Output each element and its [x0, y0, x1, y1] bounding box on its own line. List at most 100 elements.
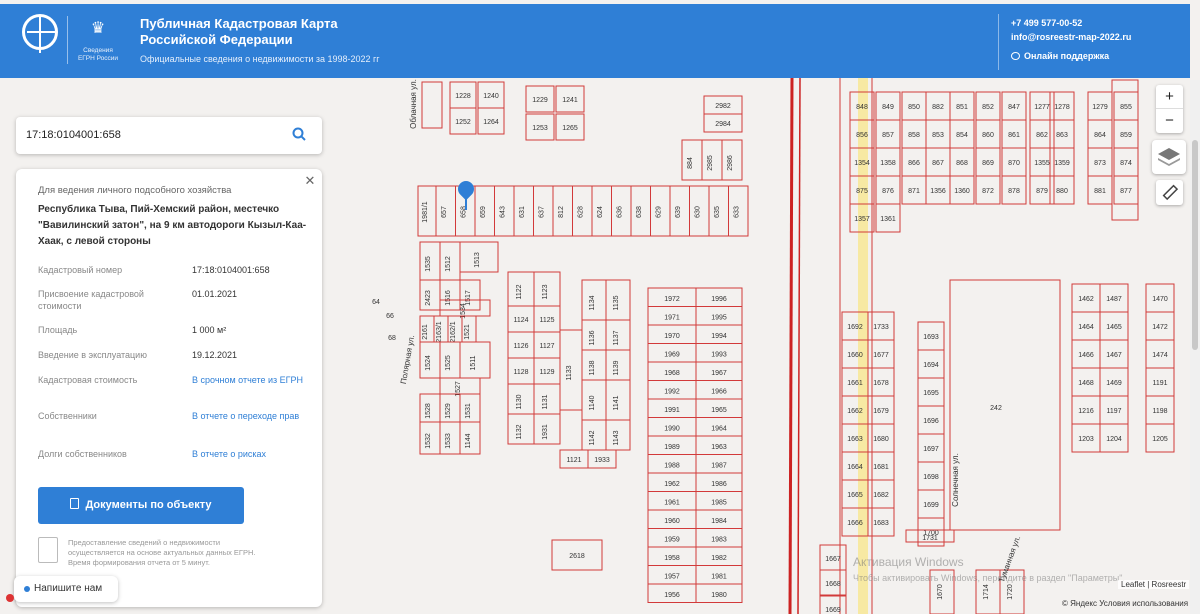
parcel-number: 1228 — [455, 93, 471, 100]
parcel-number: 1357 — [854, 216, 870, 223]
parcel-number: 870 — [1008, 160, 1020, 167]
page-scrollbar[interactable] — [1190, 80, 1200, 614]
parcel-number: 864 — [1094, 132, 1106, 139]
documents-button[interactable]: Документы по объекту — [38, 487, 244, 524]
parcel-number: 631 — [519, 206, 526, 218]
parcel-number: 1714 — [983, 584, 990, 600]
object-address: Республика Тыва, Пий-Хемский район, мест… — [38, 204, 307, 247]
notification-dot-icon — [6, 594, 14, 602]
parcel-number: 1535 — [425, 256, 432, 272]
transfer-report-link[interactable]: В отчете о переходе прав — [192, 410, 312, 422]
ruler-button[interactable] — [1156, 180, 1183, 205]
parcel-number: 638 — [636, 206, 643, 218]
parcel-number: 1511 — [470, 355, 477, 370]
parcel-number: 1980 — [711, 592, 727, 599]
parcel-number: 863 — [1056, 132, 1068, 139]
site-title[interactable]: Публичная Кадастровая Карта Российской Ф… — [140, 16, 380, 48]
parcel-number: 1957 — [664, 574, 680, 581]
parcel-number: 2423 — [425, 290, 432, 306]
parcel-number: 1198 — [1152, 408, 1167, 415]
parcel-number: 880 — [1056, 188, 1068, 195]
parcel-number: 1136 — [589, 330, 596, 345]
email-link[interactable]: info@rosreestr-map-2022.ru — [1011, 32, 1131, 42]
online-support-link[interactable]: Онлайн поддержка — [1011, 51, 1109, 61]
risks-report-link[interactable]: В отчете о рисках — [192, 448, 312, 460]
parcel-number: 624 — [597, 206, 604, 218]
parcel-number: 1662 — [847, 408, 863, 415]
parcel-number: 1265 — [562, 125, 578, 132]
parcel-number: 1143 — [613, 430, 620, 445]
egrn-badge-icon — [38, 537, 58, 563]
site-header: ♛ Сведения ЕГРН России Публичная Кадастр… — [0, 4, 1190, 78]
parcel-number: 1126 — [513, 343, 528, 350]
parcel-number: 1962 — [664, 481, 680, 488]
map-attribution[interactable]: Leaflet | Rosreestr — [1118, 580, 1190, 589]
parcel-number: 1993 — [711, 352, 727, 359]
parcel-number: 1253 — [532, 125, 548, 132]
parcel[interactable] — [949, 279, 1061, 531]
parcel-number: 862 — [1036, 132, 1048, 139]
parcel-number: 1464 — [1078, 324, 1094, 331]
parcel-number: 1528 — [425, 403, 432, 419]
parcel-number: 847 — [1008, 104, 1020, 111]
chat-button[interactable]: Напишите нам — [14, 576, 118, 602]
parcel-number: 1989 — [664, 444, 680, 451]
parcel-number: 1670 — [937, 584, 944, 600]
parcel-number: 1720 — [1007, 584, 1014, 600]
parcel-number: 1521 — [464, 324, 471, 340]
parcel-number: 1663 — [847, 436, 863, 443]
parcel-number: 858 — [908, 132, 920, 139]
layers-button[interactable] — [1152, 140, 1186, 174]
parcel-number: 1981/1 — [422, 201, 429, 223]
globe-logo-icon[interactable] — [22, 14, 58, 50]
parcel-number: 1967 — [711, 370, 727, 377]
parcel-number: 859 — [1120, 132, 1132, 139]
parcel-number: 1668 — [825, 581, 841, 588]
parcel-number: 1139 — [613, 360, 620, 375]
header-separator — [998, 14, 999, 70]
parcel-number: 857 — [882, 132, 894, 139]
parcel-number: 884 — [687, 157, 694, 169]
parcel-number: 1252 — [455, 119, 471, 126]
parcel-number: 1965 — [711, 407, 727, 414]
parcel-number: 812 — [558, 206, 565, 218]
parcel-number: 1140 — [589, 395, 596, 410]
parcel-number: 1669 — [825, 607, 841, 614]
land-purpose: Для ведения личного подсобного хозяйства — [38, 185, 232, 196]
parcel-number: 1470 — [1152, 296, 1168, 303]
parcel-number: 1988 — [664, 463, 680, 470]
parcel-number: 633 — [734, 206, 741, 218]
zoom-out-button[interactable]: − — [1156, 109, 1183, 133]
parcel-number: 1693 — [923, 334, 939, 341]
support-label: Онлайн поддержка — [1024, 51, 1110, 61]
parcel-number: 2163/1 — [436, 321, 443, 343]
search-input[interactable] — [24, 125, 284, 145]
search-icon[interactable] — [292, 127, 306, 141]
parcel-number: 850 — [908, 104, 920, 111]
scroll-thumb[interactable] — [1192, 140, 1198, 350]
parcel-number: 1964 — [711, 426, 727, 433]
zoom-in-button[interactable]: + — [1156, 85, 1183, 109]
parcel-number: 1696 — [923, 418, 939, 425]
parcel-number: 876 — [882, 188, 894, 195]
close-icon[interactable]: ✕ — [304, 174, 316, 187]
parcel-number: 1203 — [1078, 436, 1094, 443]
parcel-number: 1138 — [589, 360, 596, 375]
parcel-number: 1666 — [847, 520, 863, 527]
parcel-number: 848 — [856, 104, 868, 111]
parcel[interactable] — [421, 81, 443, 129]
urgent-report-link[interactable]: В срочном отчете из ЕГРН — [192, 374, 312, 386]
parcel-number: 1682 — [873, 492, 889, 499]
parcel-number: 1358 — [880, 160, 896, 167]
parcel-number: 1127 — [539, 343, 554, 350]
parcel-number: 1680 — [873, 436, 889, 443]
row-label: Присвоение кадастровой стоимости — [38, 289, 144, 311]
parcel-number: 1733 — [873, 324, 889, 331]
house-number: 64 — [372, 299, 380, 306]
parcel-number: 1205 — [1152, 436, 1168, 443]
parcel-number: 873 — [1094, 160, 1106, 167]
phone-link[interactable]: +7 499 577-00-52 — [1011, 18, 1082, 28]
yandex-attribution[interactable]: © Яндекс Условия использования — [1062, 599, 1188, 608]
parcel[interactable] — [1111, 79, 1139, 221]
parcel-number: 1472 — [1152, 324, 1168, 331]
